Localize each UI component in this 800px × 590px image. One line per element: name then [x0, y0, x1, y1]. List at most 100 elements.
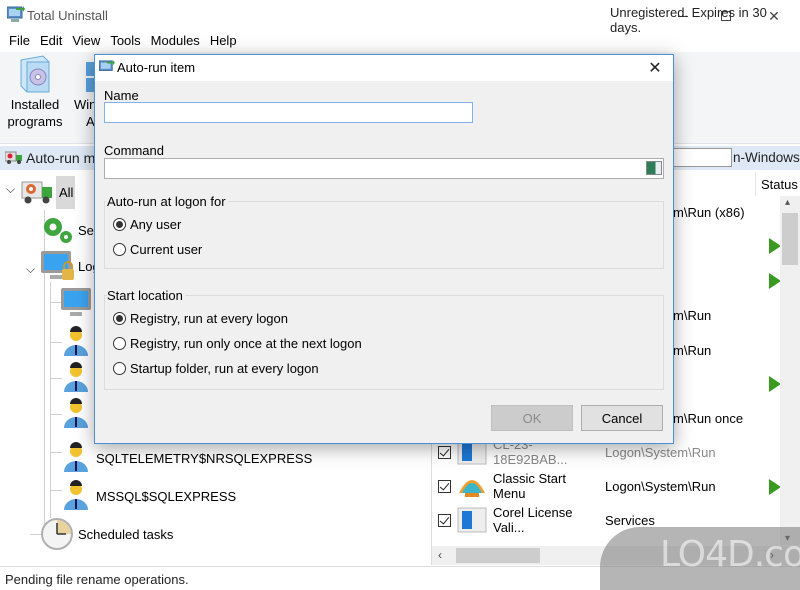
gears-icon: [44, 218, 72, 243]
tree-item-user[interactable]: [62, 360, 90, 396]
watermark-text: LO4D.com: [660, 534, 800, 575]
monitor-lock-icon: [41, 251, 74, 280]
horizontal-scrollbar-thumb[interactable]: [456, 548, 540, 563]
logon-groupbox: [104, 201, 664, 269]
tree-item-user[interactable]: MSSQL$SQLEXPRESS: [62, 478, 236, 514]
radio-button[interactable]: [113, 312, 126, 325]
tree-item-logon[interactable]: Log: [40, 248, 100, 284]
tree-item-user[interactable]: [62, 396, 90, 432]
list-location-partial: m\Run (x86): [673, 205, 745, 220]
menu-view[interactable]: View: [67, 32, 105, 52]
list-row[interactable]: Classic Start Menu Logon\System\Run: [432, 469, 772, 503]
logon-group-label: Auto-run at logon for: [107, 194, 228, 209]
monitor-icon: [61, 288, 91, 316]
radio-current-user[interactable]: Current user: [113, 242, 202, 257]
tree-guide-line: [50, 342, 62, 343]
radio-label: Registry, run at every logon: [130, 311, 288, 326]
section-subtitle: n-Windows: [733, 150, 800, 165]
user-icon: [64, 362, 88, 392]
installed-programs-button[interactable]: Installed programs: [4, 52, 66, 132]
row-location: Logon\System\Run: [605, 478, 716, 494]
tree-item-services[interactable]: Ser: [40, 212, 98, 248]
status-message: Pending file rename operations.: [5, 572, 189, 587]
tree-guide-line: [50, 452, 62, 453]
name-input[interactable]: [104, 102, 473, 123]
radio-startup-folder[interactable]: Startup folder, run at every logon: [113, 361, 319, 376]
cancel-button[interactable]: Cancel: [581, 405, 663, 431]
column-header-status[interactable]: Status: [755, 172, 800, 196]
radio-label: Startup folder, run at every logon: [130, 361, 319, 376]
radio-registry-once[interactable]: Registry, run only once at the next logo…: [113, 336, 362, 351]
tree-item-scheduled-tasks-label: Scheduled tasks: [78, 526, 174, 542]
scroll-left-icon[interactable]: ‹: [438, 548, 442, 562]
installed-programs-line1: Installed: [10, 97, 60, 112]
tree-item-user[interactable]: SQLTELEMETRY$NRSQLEXPRESS: [62, 440, 312, 476]
tree-item-user-label: MSSQL$SQLEXPRESS: [96, 488, 237, 504]
user-icon: [64, 480, 88, 510]
radio-label: Current user: [130, 242, 203, 257]
command-label: Command: [104, 143, 164, 158]
tree-item-user-label: SQLTELEMETRY$NRSQLEXPRESS: [96, 450, 313, 466]
row-checkbox[interactable]: [438, 479, 451, 493]
tree-item-user[interactable]: [62, 324, 90, 360]
menu-edit[interactable]: Edit: [35, 32, 67, 52]
expand-logon-chevron-icon[interactable]: ⌵: [26, 262, 35, 277]
dialog-title: Auto-run item: [117, 60, 196, 75]
ok-button[interactable]: OK: [491, 405, 573, 431]
autorun-truck-icon: [21, 181, 52, 204]
installed-programs-icon: [20, 55, 50, 93]
tree-guide-line: [50, 490, 62, 491]
radio-label: Any user: [130, 217, 182, 232]
window-app-icon: [457, 507, 487, 533]
name-label: Name: [104, 88, 139, 103]
row-checkbox[interactable]: [438, 513, 451, 527]
radio-button[interactable]: [113, 218, 126, 231]
menu-bar: File Edit View Tools Modules Help: [0, 32, 800, 52]
row-name: Classic Start Menu: [493, 471, 566, 501]
radio-registry-every-logon[interactable]: Registry, run at every logon: [113, 311, 288, 326]
tree-item-logon-system[interactable]: [60, 284, 92, 320]
app-title: Total Uninstall: [27, 8, 108, 23]
installed-programs-line2: programs: [7, 114, 63, 129]
browse-icon[interactable]: [646, 161, 662, 175]
autorun-truck-icon: [5, 151, 22, 164]
start-location-group-label: Start location: [107, 288, 185, 303]
list-location-partial: m\Run: [673, 308, 712, 323]
filter-input[interactable]: [672, 148, 732, 167]
tree-guide-line: [50, 282, 51, 518]
list-location-partial: m\Run: [673, 343, 712, 358]
radio-button[interactable]: [113, 243, 126, 256]
vertical-scrollbar-thumb[interactable]: [782, 213, 798, 265]
dialog-app-icon: [99, 60, 115, 71]
classic-shell-icon: [459, 480, 485, 497]
section-title: Auto-run m: [26, 150, 96, 166]
windows-apps-line2: A: [86, 114, 95, 129]
tree-item-scheduled-tasks[interactable]: Scheduled tasks: [40, 516, 173, 552]
scroll-up-icon[interactable]: ▴: [785, 197, 790, 208]
menu-modules[interactable]: Modules: [146, 32, 205, 52]
user-icon: [64, 326, 88, 356]
autorun-item-dialog: Auto-run item ✕ Name Command Auto-run at…: [94, 54, 674, 444]
row-location: Services: [605, 512, 655, 528]
radio-any-user[interactable]: Any user: [113, 217, 181, 232]
user-icon: [64, 398, 88, 428]
tree-item-all-label: All: [56, 175, 76, 209]
tree-item-all[interactable]: All: [20, 174, 76, 210]
row-location: Logon\System\Run: [605, 444, 716, 460]
expand-all-chevron-icon[interactable]: ⌵: [6, 182, 15, 197]
menu-file[interactable]: File: [4, 32, 35, 52]
radio-button[interactable]: [113, 362, 126, 375]
menu-tools[interactable]: Tools: [105, 32, 145, 52]
dialog-title-bar: Auto-run item ✕: [95, 55, 673, 81]
menu-help[interactable]: Help: [205, 32, 242, 52]
dialog-close-button[interactable]: ✕: [643, 57, 667, 79]
command-input[interactable]: [104, 158, 664, 179]
close-icon: ✕: [648, 60, 662, 77]
windows-apps-button[interactable]: Win A: [70, 52, 96, 132]
row-name: Corel License Vali...: [493, 505, 573, 535]
tree-guide-line: [50, 414, 62, 415]
list-location-partial: m\Run once: [673, 411, 744, 426]
app-icon: [7, 6, 25, 22]
row-checkbox[interactable]: [438, 445, 451, 459]
radio-button[interactable]: [113, 337, 126, 350]
